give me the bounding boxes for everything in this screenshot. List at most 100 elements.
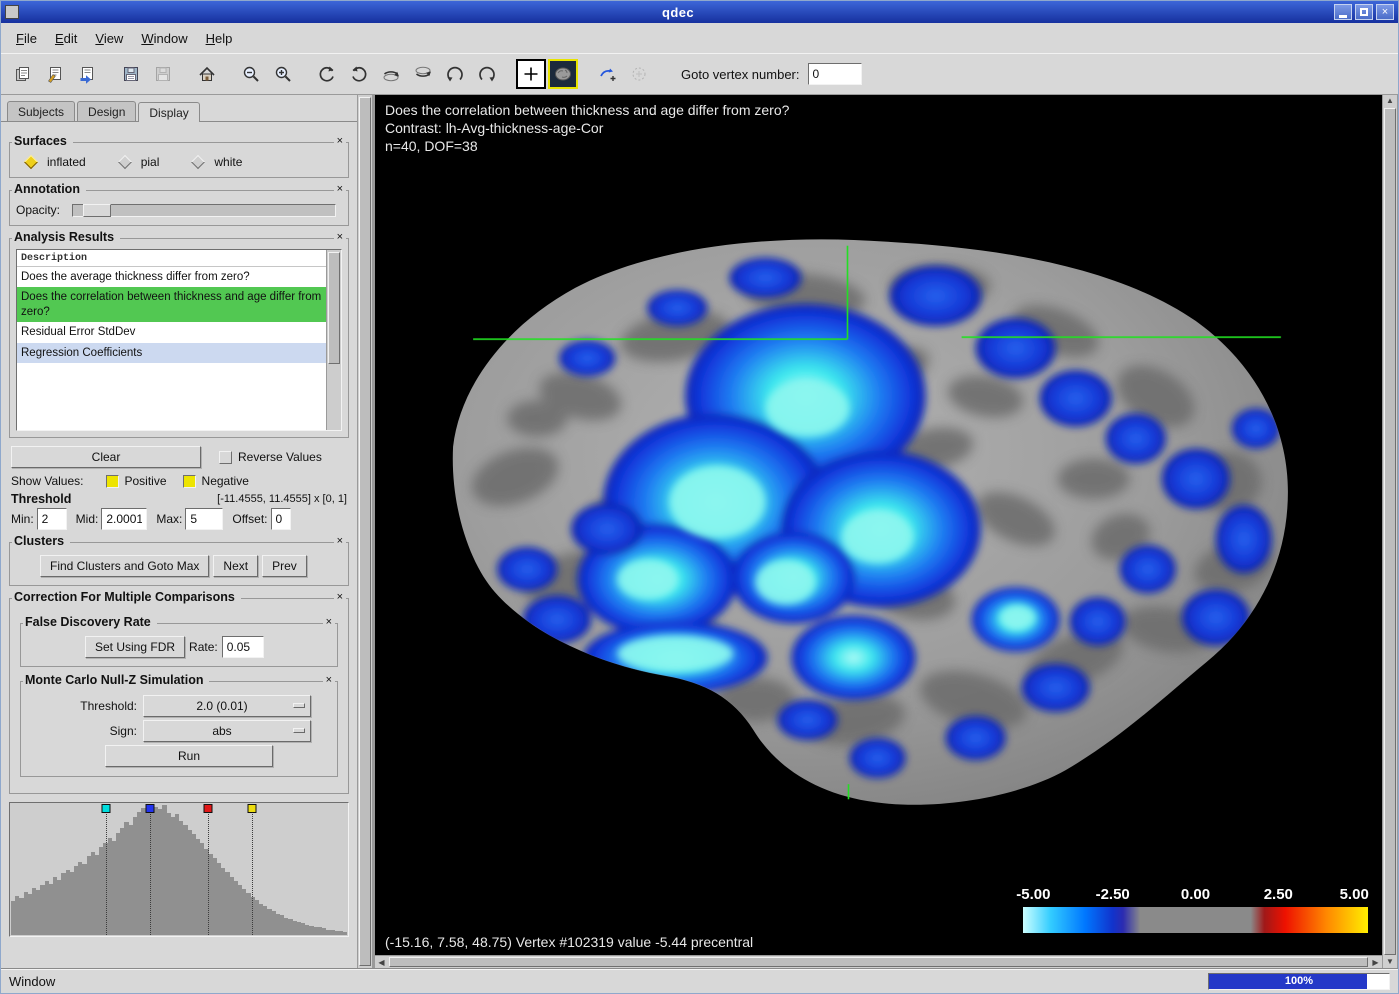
home-view-button[interactable] bbox=[192, 59, 222, 89]
monte-carlo-title: Monte Carlo Null-Z Simulation bbox=[23, 673, 209, 687]
monte-carlo-group: Monte Carlo Null-Z Simulation × Threshol… bbox=[20, 681, 338, 777]
roll-ccw-icon bbox=[445, 64, 465, 84]
zoom-in-button[interactable] bbox=[268, 59, 298, 89]
prev-cluster-button[interactable]: Prev bbox=[262, 555, 307, 577]
list-scrollbar-thumb[interactable] bbox=[328, 252, 340, 364]
surface-tool-button[interactable] bbox=[548, 59, 578, 89]
list-item[interactable]: Regression Coefficients bbox=[17, 343, 326, 363]
menu-file[interactable]: File bbox=[7, 27, 46, 50]
document-pencil-icon bbox=[45, 64, 65, 84]
colorbar-label: 5.00 bbox=[1340, 886, 1369, 903]
monte-carlo-close-icon[interactable]: × bbox=[323, 675, 335, 686]
reverse-values-checkbox[interactable] bbox=[219, 451, 232, 464]
view-vscrollbar[interactable]: ▲ ▼ bbox=[1382, 95, 1398, 968]
min-input[interactable] bbox=[37, 508, 67, 530]
scroll-up-icon[interactable]: ▲ bbox=[1383, 95, 1397, 107]
surfaces-close-icon[interactable]: × bbox=[334, 136, 346, 147]
negative-checkbox[interactable] bbox=[183, 475, 196, 488]
maximize-icon bbox=[1360, 8, 1368, 16]
run-simulation-button[interactable]: Run bbox=[105, 745, 273, 767]
list-item[interactable]: Does the average thickness differ from z… bbox=[17, 267, 326, 287]
correction-close-icon[interactable]: × bbox=[334, 592, 346, 603]
threshold-marker-pos-min[interactable] bbox=[204, 804, 213, 813]
panel-scrollbar[interactable] bbox=[357, 95, 373, 968]
close-button[interactable]: × bbox=[1376, 4, 1394, 20]
minimize-button[interactable] bbox=[1334, 4, 1352, 20]
menu-edit[interactable]: Edit bbox=[46, 27, 86, 50]
option-menu-indicator-icon bbox=[293, 728, 305, 733]
view-vscrollbar-thumb[interactable] bbox=[1384, 108, 1396, 955]
radio-white[interactable] bbox=[191, 155, 205, 169]
clusters-close-icon[interactable]: × bbox=[334, 536, 346, 547]
mid-input[interactable] bbox=[101, 508, 147, 530]
goto-vertex-input[interactable] bbox=[808, 63, 862, 85]
threshold-title: Threshold bbox=[11, 492, 71, 506]
tab-display[interactable]: Display bbox=[138, 102, 199, 122]
menu-window[interactable]: Window bbox=[132, 27, 196, 50]
open-project-button[interactable] bbox=[40, 59, 70, 89]
threshold-marker-neg-min[interactable] bbox=[145, 804, 154, 813]
titlebar[interactable]: qdec × bbox=[1, 1, 1398, 23]
export-document-button[interactable] bbox=[72, 59, 102, 89]
camera-rotate-button[interactable] bbox=[592, 59, 622, 89]
panel-scrollbar-thumb[interactable] bbox=[359, 97, 371, 966]
opacity-slider-handle[interactable] bbox=[83, 204, 111, 217]
save-button[interactable] bbox=[116, 59, 146, 89]
positive-checkbox[interactable] bbox=[106, 475, 119, 488]
next-cluster-button[interactable]: Next bbox=[213, 555, 258, 577]
threshold-marker-pos-max[interactable] bbox=[248, 804, 257, 813]
list-scrollbar[interactable] bbox=[326, 250, 341, 430]
zoom-out-icon bbox=[241, 64, 261, 84]
annotation-title: Annotation bbox=[12, 182, 86, 196]
tab-design[interactable]: Design bbox=[77, 101, 136, 121]
scroll-left-icon[interactable]: ◀ bbox=[375, 956, 388, 968]
surfaces-title: Surfaces bbox=[12, 134, 73, 148]
list-item-selected[interactable]: Does the correlation between thickness a… bbox=[17, 287, 326, 322]
open-data-button[interactable] bbox=[8, 59, 38, 89]
colorbar: -5.00 -2.50 0.00 2.50 5.00 bbox=[1023, 886, 1368, 933]
view-hscrollbar-thumb[interactable] bbox=[389, 957, 1368, 967]
analysis-listbox: Description Does the average thickness d… bbox=[16, 249, 342, 431]
max-input[interactable] bbox=[185, 508, 223, 530]
roll-cw-button[interactable] bbox=[472, 59, 502, 89]
radio-inflated[interactable] bbox=[24, 155, 38, 169]
fdr-title: False Discovery Rate bbox=[23, 615, 157, 629]
rotate-left-button[interactable] bbox=[312, 59, 342, 89]
menu-view[interactable]: View bbox=[86, 27, 132, 50]
menubar: File Edit View Window Help bbox=[1, 23, 1398, 53]
crosshair-tool-button[interactable] bbox=[516, 59, 546, 89]
find-clusters-button[interactable]: Find Clusters and Goto Max bbox=[40, 555, 209, 577]
rotate-down-button[interactable] bbox=[408, 59, 438, 89]
menu-help[interactable]: Help bbox=[197, 27, 242, 50]
mc-threshold-dropdown[interactable]: 2.0 (0.01) bbox=[143, 695, 311, 717]
annotation-close-icon[interactable]: × bbox=[334, 184, 346, 195]
surface-view[interactable]: Does the correlation between thickness a… bbox=[375, 95, 1382, 955]
select-region-button[interactable] bbox=[624, 59, 654, 89]
roll-ccw-button[interactable] bbox=[440, 59, 470, 89]
view-hscrollbar[interactable]: ◀ ▶ bbox=[375, 955, 1382, 968]
view-column: Does the correlation between thickness a… bbox=[373, 95, 1382, 968]
offset-input[interactable] bbox=[271, 508, 291, 530]
zoom-out-button[interactable] bbox=[236, 59, 266, 89]
radio-pial[interactable] bbox=[118, 155, 132, 169]
rotate-right-button[interactable] bbox=[344, 59, 374, 89]
tab-subjects[interactable]: Subjects bbox=[7, 101, 75, 121]
brain-render[interactable] bbox=[375, 95, 1382, 955]
clear-button[interactable]: Clear bbox=[11, 446, 201, 468]
save-as-button[interactable] bbox=[148, 59, 178, 89]
list-item[interactable]: Residual Error StdDev bbox=[17, 322, 326, 342]
opacity-slider[interactable] bbox=[72, 204, 336, 217]
window-title: qdec bbox=[25, 5, 1331, 20]
histogram bbox=[9, 802, 349, 937]
threshold-marker-neg-max[interactable] bbox=[101, 804, 110, 813]
statusbar-label: Window bbox=[9, 974, 55, 989]
rate-input[interactable] bbox=[222, 636, 264, 658]
set-using-fdr-button[interactable]: Set Using FDR bbox=[85, 636, 185, 658]
scroll-right-icon[interactable]: ▶ bbox=[1369, 956, 1382, 968]
fdr-close-icon[interactable]: × bbox=[323, 617, 335, 628]
analysis-results-close-icon[interactable]: × bbox=[334, 232, 346, 243]
rotate-up-button[interactable] bbox=[376, 59, 406, 89]
mc-sign-dropdown[interactable]: abs bbox=[143, 720, 311, 742]
scroll-down-icon[interactable]: ▼ bbox=[1383, 956, 1397, 968]
maximize-button[interactable] bbox=[1355, 4, 1373, 20]
